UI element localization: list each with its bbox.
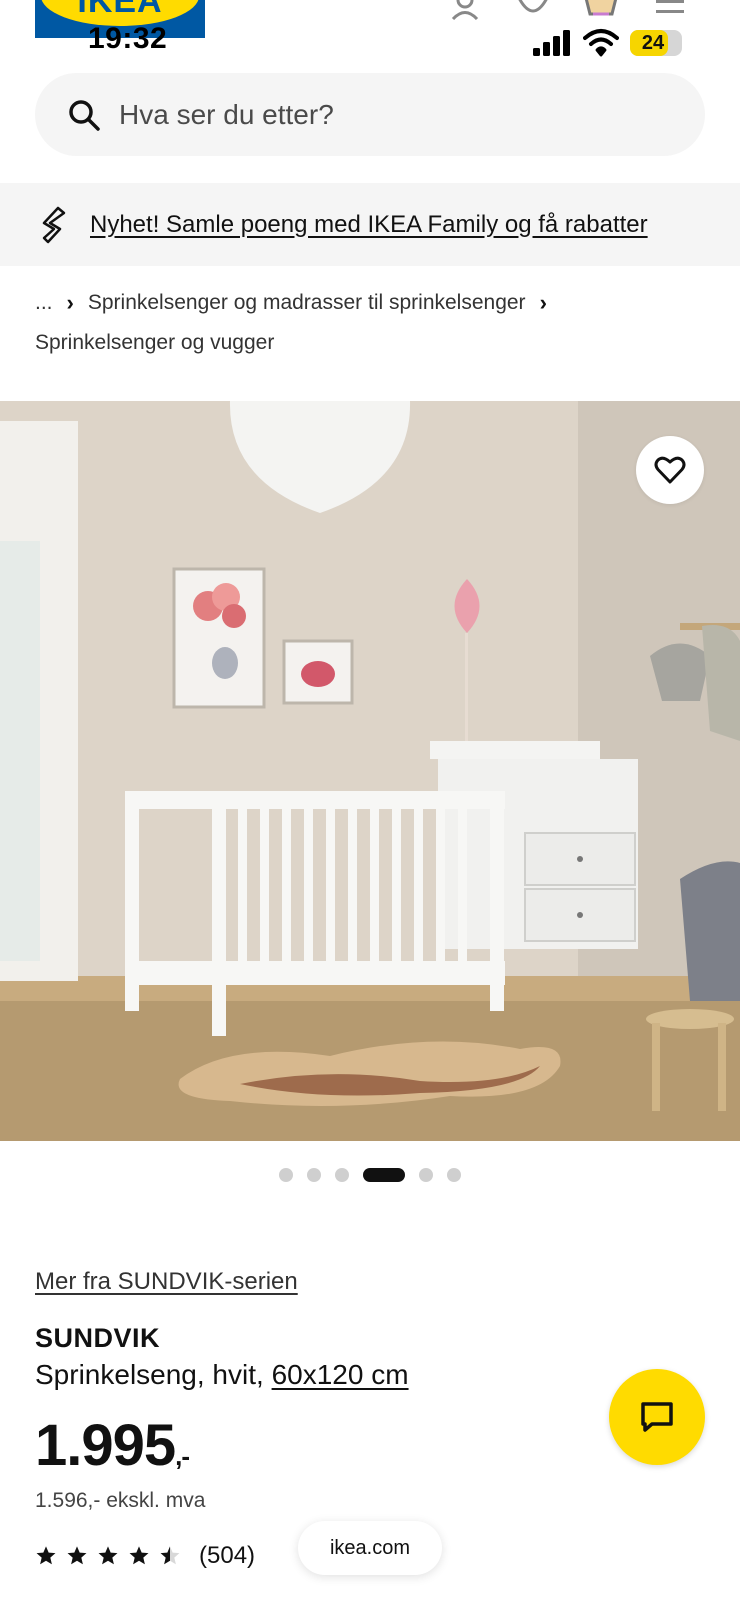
product-description: Sprinkelseng, hvit, 60x120 cm bbox=[35, 1359, 409, 1391]
carousel-dot[interactable] bbox=[307, 1168, 321, 1182]
star-icon bbox=[36, 1546, 56, 1565]
chevron-right-icon: › bbox=[66, 290, 74, 315]
heart-icon bbox=[654, 456, 686, 484]
price-excl-vat: 1.596,- ekskl. mva bbox=[35, 1489, 206, 1512]
user-icon[interactable] bbox=[447, 0, 483, 20]
star-icon bbox=[160, 1546, 180, 1565]
status-time: 19:32 bbox=[88, 22, 168, 55]
chat-button[interactable] bbox=[609, 1369, 705, 1465]
heart-icon[interactable] bbox=[515, 0, 551, 20]
menu-icon[interactable] bbox=[652, 0, 688, 20]
breadcrumb-item[interactable]: Sprinkelsenger og vugger bbox=[35, 331, 274, 355]
breadcrumb-ellipsis[interactable]: ... bbox=[35, 291, 53, 315]
chevron-right-icon: › bbox=[539, 290, 547, 315]
battery-indicator: 24 bbox=[630, 30, 682, 56]
review-count[interactable]: (504) bbox=[199, 1542, 255, 1570]
carousel-dot[interactable] bbox=[447, 1168, 461, 1182]
rating-stars[interactable] bbox=[35, 1545, 181, 1567]
star-icon bbox=[98, 1546, 118, 1565]
star-icon bbox=[129, 1546, 149, 1565]
carousel-dots bbox=[0, 1168, 740, 1182]
battery-level: 24 bbox=[641, 32, 665, 54]
carousel-dot[interactable] bbox=[363, 1168, 405, 1182]
carousel-dot[interactable] bbox=[279, 1168, 293, 1182]
ikea-family-icon bbox=[42, 206, 66, 243]
product-price: 1.995,- bbox=[35, 1412, 190, 1479]
product-name: SUNDVIK bbox=[35, 1323, 161, 1353]
breadcrumb-item[interactable]: Sprinkelsenger og madrasser til sprinkel… bbox=[88, 291, 526, 315]
family-banner[interactable]: Nyhet! Samle poeng med IKEA Family og få… bbox=[0, 183, 740, 266]
carousel-dot[interactable] bbox=[335, 1168, 349, 1182]
series-link[interactable]: Mer fra SUNDVIK-serien bbox=[35, 1268, 298, 1296]
product-description-text: Sprinkelseng, hvit, bbox=[35, 1359, 272, 1390]
chat-icon bbox=[641, 1402, 673, 1432]
carousel-dot[interactable] bbox=[419, 1168, 433, 1182]
wifi-icon bbox=[583, 29, 619, 57]
family-banner-link[interactable]: Nyhet! Samle poeng med IKEA Family og få… bbox=[90, 211, 648, 239]
cellular-signal-icon bbox=[533, 30, 570, 56]
search-input[interactable] bbox=[117, 97, 641, 132]
search-bar[interactable] bbox=[35, 73, 705, 156]
search-icon bbox=[69, 99, 100, 131]
cart-icon[interactable] bbox=[583, 0, 619, 20]
size-link[interactable]: 60x120 cm bbox=[272, 1359, 409, 1390]
url-pill[interactable]: ikea.com bbox=[298, 1521, 442, 1575]
price-value: 1.995 bbox=[35, 1413, 176, 1478]
price-suffix: ,- bbox=[175, 1441, 190, 1471]
breadcrumb: ... › Sprinkelsenger og madrasser til sp… bbox=[35, 290, 561, 316]
logo-text: IKEA bbox=[77, 0, 163, 20]
product-image[interactable] bbox=[0, 401, 740, 1141]
star-icon bbox=[67, 1546, 87, 1565]
favorite-button[interactable] bbox=[636, 436, 704, 504]
